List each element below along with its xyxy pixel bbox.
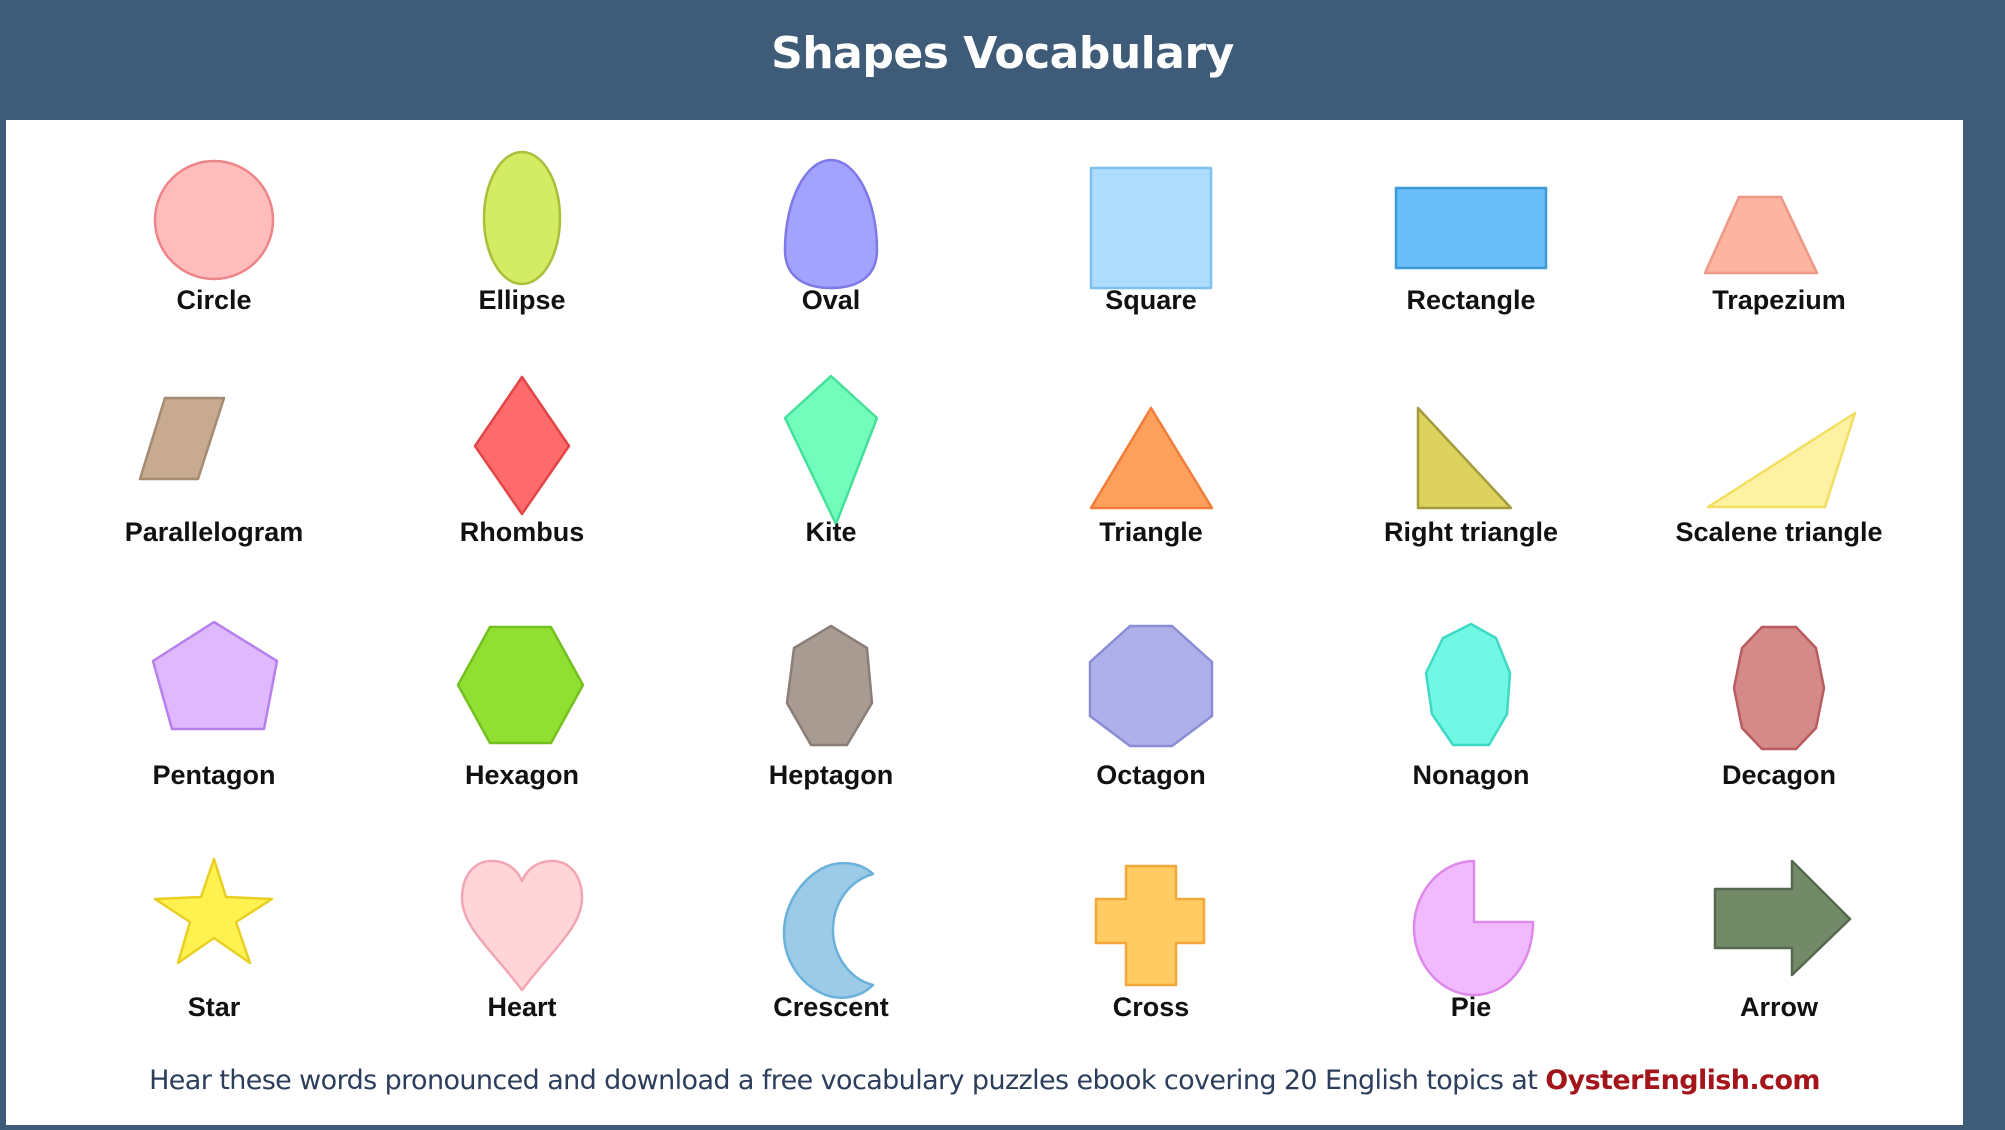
oval-shape-icon xyxy=(783,158,879,290)
shape-label: Kite xyxy=(805,517,857,547)
ellipse-shape-icon xyxy=(482,150,562,286)
square-shape-icon xyxy=(1089,166,1213,290)
header-bar: Shapes Vocabulary xyxy=(0,0,2005,120)
decagon-shape-icon xyxy=(1732,625,1826,751)
shape-label: Star xyxy=(187,992,241,1022)
triangle-shape-icon xyxy=(1089,406,1214,510)
shape-label: Pie xyxy=(1450,992,1492,1022)
pie-shape-icon xyxy=(1412,859,1535,997)
shape-label: Heart xyxy=(487,992,557,1022)
shape-label: Oval xyxy=(801,285,861,315)
shape-label: Ellipse xyxy=(478,285,566,315)
star-shape-icon xyxy=(153,857,274,965)
shape-label: Octagon xyxy=(1096,760,1206,790)
shape-label: Rectangle xyxy=(1406,285,1536,315)
shape-label: Triangle xyxy=(1099,517,1203,547)
shape-label: Arrow xyxy=(1739,992,1818,1022)
shape-label: Scalene triangle xyxy=(1675,517,1883,547)
trapezium-shape-icon xyxy=(1703,195,1819,275)
shape-label: Trapezium xyxy=(1712,285,1846,315)
shape-label: Heptagon xyxy=(768,760,894,790)
oysterenglish-link[interactable]: OysterEnglish.com xyxy=(1545,1065,1820,1096)
footer-note: Hear these words pronounced and download… xyxy=(6,1065,1963,1096)
shape-label: Pentagon xyxy=(152,760,276,790)
rhombus-shape-icon xyxy=(473,375,571,516)
shape-label: Nonagon xyxy=(1412,760,1530,790)
shape-label: Rhombus xyxy=(459,517,585,547)
parallelogram-shape-icon xyxy=(138,396,226,481)
heptagon-shape-icon xyxy=(785,624,874,747)
shape-label: Hexagon xyxy=(464,760,580,790)
right-triangle-shape-icon xyxy=(1416,406,1513,510)
footer-text: Hear these words pronounced and download… xyxy=(149,1065,1546,1096)
pentagon-shape-icon xyxy=(151,620,279,731)
shape-label: Right triangle xyxy=(1384,517,1558,547)
shape-label: Parallelogram xyxy=(124,517,304,547)
heart-shape-icon xyxy=(460,859,584,992)
shape-label: Decagon xyxy=(1721,760,1837,790)
kite-shape-icon xyxy=(783,374,879,526)
cross-shape-icon xyxy=(1094,864,1206,987)
shape-label: Cross xyxy=(1112,992,1190,1022)
hexagon-shape-icon xyxy=(456,625,585,745)
scalene-triangle-shape-icon xyxy=(1706,411,1857,509)
page-title: Shapes Vocabulary xyxy=(771,28,1234,79)
circle-shape-icon xyxy=(153,159,275,281)
shapes-panel: Circle Ellipse Oval Square Rectangle Trapeziu… xyxy=(6,120,1963,1125)
shape-label: Circle xyxy=(176,285,252,315)
shape-label: Crescent xyxy=(773,992,889,1022)
crescent-shape-icon xyxy=(782,861,875,999)
arrow-shape-icon xyxy=(1713,859,1852,977)
nonagon-shape-icon xyxy=(1424,622,1512,747)
rectangle-shape-icon xyxy=(1394,186,1548,270)
shape-label: Square xyxy=(1105,285,1197,315)
octagon-shape-icon xyxy=(1088,624,1214,748)
